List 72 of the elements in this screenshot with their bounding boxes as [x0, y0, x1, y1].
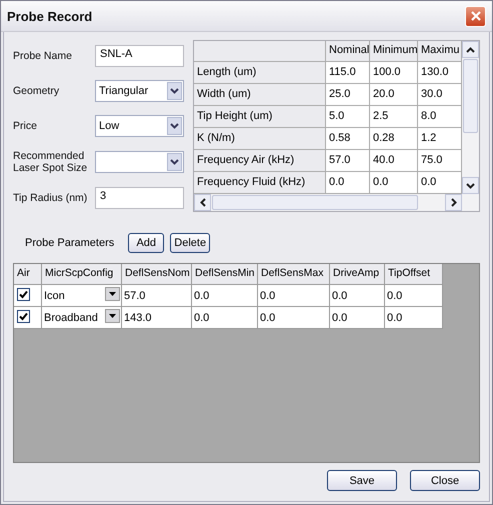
column-header: MicrScpConfig [42, 264, 122, 285]
checkbox[interactable] [17, 310, 30, 323]
scroll-right-icon[interactable] [445, 194, 462, 211]
column-header: DeflSensMin [192, 264, 258, 285]
dialog-button[interactable]: Save [327, 470, 397, 491]
window-title: Probe Record [7, 8, 92, 24]
table-cell: 100.0 [370, 62, 418, 84]
table-cell: 143.0 [122, 307, 192, 329]
table-cell: 0.0 [418, 172, 462, 194]
vertical-scrollbar[interactable] [462, 41, 479, 194]
column-header: Maximu [418, 41, 462, 62]
column-header: Nominal [326, 41, 370, 62]
table-cell: 0.28 [370, 128, 418, 150]
toolbar-button[interactable]: Delete [170, 233, 210, 253]
table-cell: 130.0 [418, 62, 462, 84]
scroll-up-icon[interactable] [462, 41, 479, 58]
table-cell: 8.0 [418, 106, 462, 128]
table-cell: 57.0 [122, 285, 192, 307]
row-header: Tip Height (um) [194, 106, 326, 128]
table-cell: Icon [44, 290, 65, 302]
dropdown[interactable]: Low [95, 114, 184, 137]
table-cell: 0.0 [330, 285, 385, 307]
field-label: Tip Radius (nm) [13, 192, 88, 204]
field-label: Recommended Laser Spot Size [13, 150, 88, 174]
column-header: Air [14, 264, 42, 285]
table-cell: 0.0 [330, 307, 385, 329]
table-cell: 25.0 [326, 84, 370, 106]
table-cell: 0.0 [385, 307, 443, 329]
table-cell: 1.2 [418, 128, 462, 150]
checkbox[interactable] [17, 288, 30, 301]
horizontal-scrollbar[interactable] [194, 194, 479, 211]
table-cell: 5.0 [326, 106, 370, 128]
scroll-down-icon[interactable] [462, 177, 479, 194]
column-header: DriveAmp [330, 264, 385, 285]
field-label: Geometry [13, 84, 60, 97]
table-cell: 2.5 [370, 106, 418, 128]
table-cell: 0.0 [258, 285, 330, 307]
table-cell: 40.0 [370, 150, 418, 172]
table-cell: 0.0 [370, 172, 418, 194]
toolbar-button[interactable]: Add [128, 233, 164, 253]
column-header: DeflSensMax [258, 264, 330, 285]
row-header: Length (um) [194, 62, 326, 84]
field-label: Probe Name [13, 50, 73, 62]
table-cell: 75.0 [418, 150, 462, 172]
column-header: DeflSensNom [122, 264, 192, 285]
dropdown[interactable]: Triangular [95, 80, 184, 102]
table-cell: 0.0 [326, 172, 370, 194]
table-cell: 30.0 [418, 84, 462, 106]
table-cell: 57.0 [326, 150, 370, 172]
table-cell: 0.0 [192, 285, 258, 307]
table-cell: 0.58 [326, 128, 370, 150]
scroll-thumb[interactable] [212, 195, 418, 210]
section-label: Probe Parameters [25, 237, 114, 249]
table-cell: 20.0 [370, 84, 418, 106]
table-cell: 0.0 [192, 307, 258, 329]
text-field[interactable]: 3 [95, 187, 184, 210]
table-cell: 0.0 [258, 307, 330, 329]
column-header: Minimum [370, 41, 418, 62]
scroll-left-icon[interactable] [194, 194, 211, 211]
table-cell: 115.0 [326, 62, 370, 84]
text-field[interactable]: SNL-A [95, 44, 184, 67]
row-header: K (N/m) [194, 128, 326, 150]
row-header: Frequency Fluid (kHz) [194, 172, 326, 194]
dialog-button[interactable]: Close [410, 470, 480, 491]
close-icon[interactable] [465, 6, 486, 26]
scroll-thumb[interactable] [463, 59, 478, 133]
row-header: Frequency Air (kHz) [194, 150, 326, 172]
column-header: TipOffset [385, 264, 443, 285]
table-cell: 0.0 [385, 285, 443, 307]
field-label: Price [13, 120, 38, 132]
table-cell: Broadband [44, 312, 98, 324]
row-header: Width (um) [194, 84, 326, 106]
